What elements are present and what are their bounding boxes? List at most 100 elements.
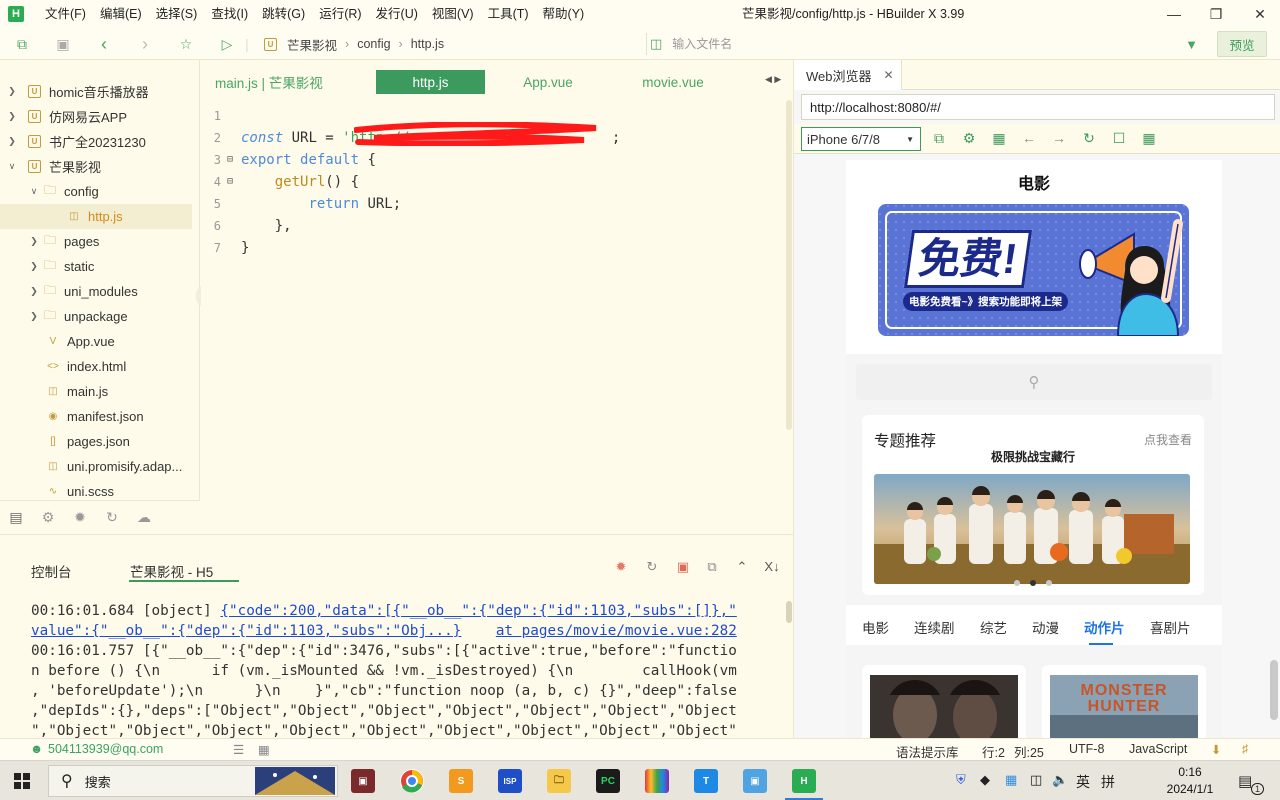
tree-item-file[interactable]: ◫ uni.promisify.adap...	[0, 454, 192, 479]
chrome-icon[interactable]	[400, 769, 424, 793]
movie-app-icon[interactable]: ▣	[351, 769, 375, 793]
chevron-right-icon[interactable]: ❯	[6, 111, 18, 122]
console-link[interactable]: {"code":200,"data":[{"__ob__":{"dep":{"i…	[220, 603, 736, 619]
clear-console-icon[interactable]: X↓	[764, 559, 780, 577]
terminal-icon[interactable]: ▦	[258, 742, 270, 757]
chevron-down-icon[interactable]: ∨	[28, 186, 40, 197]
carousel-dot[interactable]	[1046, 580, 1052, 586]
console-output[interactable]: 00:16:01.684 [object] {"code":200,"data"…	[31, 601, 771, 741]
tray-diamond-icon[interactable]: ◆	[980, 772, 990, 788]
lock-icon[interactable]: ☐	[1110, 130, 1128, 148]
browser-tab[interactable]: Web浏览器 ✕	[794, 60, 902, 90]
preview-button[interactable]: 预览	[1217, 31, 1267, 57]
tree-item-file[interactable]: ◫ main.js	[0, 379, 192, 404]
console-scrollbar[interactable]	[786, 601, 792, 623]
taskbar-search[interactable]: ⚲ 搜索	[48, 765, 338, 797]
breadcrumb-folder[interactable]: config	[357, 37, 390, 51]
console-link[interactable]: value":{"__ob__":{"dep":{"id":1103,"subs…	[31, 623, 461, 639]
browser-scrollbar[interactable]	[1270, 660, 1278, 720]
carousel-dot[interactable]	[1014, 580, 1020, 586]
grid-icon[interactable]: ▦	[1140, 130, 1158, 148]
plugin-icon[interactable]: ⚙	[32, 509, 64, 526]
close-window-icon[interactable]: ✕	[1240, 0, 1280, 28]
dingtalk-icon[interactable]: T	[694, 769, 718, 793]
chevron-down-icon[interactable]: ∨	[6, 161, 18, 172]
back-icon[interactable]: ‹	[95, 34, 113, 54]
chevron-right-icon[interactable]: ❯	[28, 311, 40, 322]
tree-item-folder[interactable]: ∨ 🗀 config	[0, 179, 192, 204]
windows-start-icon[interactable]	[14, 773, 30, 789]
tray-app-icon[interactable]: ▦	[1005, 772, 1017, 788]
filter-icon[interactable]: ▼	[1185, 37, 1198, 52]
url-input[interactable]	[801, 94, 1275, 120]
hbuilder-taskbar-icon[interactable]: H	[792, 769, 816, 793]
tree-item-folder[interactable]: ❯ 🗀 static	[0, 254, 192, 279]
source-location-link[interactable]: at pages/movie/movie.vue:282	[496, 623, 737, 639]
tab-app-vue[interactable]: App.vue	[501, 70, 595, 94]
user-account[interactable]: 504113939@qq.com	[48, 742, 163, 756]
color-app-icon[interactable]	[645, 769, 669, 793]
git-icon[interactable]: ↻	[96, 509, 128, 526]
category-tab[interactable]: 电影	[862, 617, 889, 637]
tree-item-file[interactable]: ◉ manifest.json	[0, 404, 192, 429]
encoding[interactable]: UTF-8	[1069, 742, 1104, 756]
tab-main-js[interactable]: main.js | 芒果影视	[215, 70, 365, 94]
fold-icon[interactable]: ⊟	[227, 154, 233, 165]
carousel-dot-active[interactable]	[1030, 580, 1036, 586]
debug-icon[interactable]: ✹	[64, 509, 96, 526]
menu-run[interactable]: 运行(R)	[312, 0, 368, 28]
category-tab[interactable]: 动漫	[1032, 617, 1059, 637]
tree-item-file[interactable]: <> index.html	[0, 354, 192, 379]
menu-edit[interactable]: 编辑(E)	[93, 0, 149, 28]
settings-icon[interactable]: ⚙	[960, 130, 978, 148]
save-icon[interactable]: ▣	[54, 35, 72, 53]
download-icon[interactable]: ⬇	[1211, 742, 1221, 757]
refresh-icon[interactable]: ↻	[1080, 130, 1098, 148]
tree-item-file[interactable]: V App.vue	[0, 329, 192, 354]
chevron-right-icon[interactable]: ❯	[28, 286, 40, 297]
chevron-right-icon[interactable]: ❯	[28, 261, 40, 272]
console-icon[interactable]: ▦	[990, 130, 1008, 148]
chevron-right-icon[interactable]: ❯	[28, 236, 40, 247]
back-arrow-icon[interactable]: ←	[1020, 130, 1038, 148]
device-select[interactable]: iPhone 6/7/8 ▼	[801, 127, 921, 151]
menu-file[interactable]: 文件(F)	[38, 0, 93, 28]
favorite-star-icon[interactable]: ☆	[177, 35, 195, 53]
tree-item-folder[interactable]: ❯ 🗀 uni_modules	[0, 279, 192, 304]
menu-publish[interactable]: 发行(U)	[369, 0, 425, 28]
list-icon[interactable]: ☰	[233, 742, 244, 757]
forward-icon[interactable]: ›	[136, 34, 154, 54]
topic-image[interactable]	[874, 474, 1190, 584]
forward-arrow-icon[interactable]: →	[1050, 130, 1068, 148]
ime-language[interactable]: 英	[1076, 772, 1090, 792]
save-app-icon[interactable]: ▣	[743, 769, 767, 793]
bell-icon[interactable]: ♯	[1242, 742, 1248, 756]
volume-icon[interactable]: 🔈	[1052, 772, 1068, 788]
project-manager-icon[interactable]: ▤	[0, 509, 32, 526]
tree-item-file[interactable]: ◫ http.js	[0, 204, 192, 229]
tab-console-h5[interactable]: 芒果影视 - H5	[130, 561, 213, 581]
pycharm-icon[interactable]: PC	[596, 769, 620, 793]
menu-view[interactable]: 视图(V)	[425, 0, 481, 28]
tree-item-folder[interactable]: ❯ 🗀 unpackage	[0, 304, 192, 329]
chevron-up-icon[interactable]: ⌃	[734, 559, 750, 577]
fold-icon[interactable]: ⊟	[227, 176, 233, 187]
chevron-right-icon[interactable]: ❯	[6, 86, 18, 97]
network-icon[interactable]: ◫	[1030, 772, 1042, 788]
tree-item-project[interactable]: ❯ U homic音乐播放器	[0, 79, 192, 104]
tree-item-file[interactable]: [] pages.json	[0, 429, 192, 454]
close-icon[interactable]: ✕	[884, 68, 894, 82]
tab-scroll-arrows-icon[interactable]: ◀ ▶	[765, 74, 781, 85]
open-external-icon[interactable]: ⧉	[704, 559, 720, 577]
restart-icon[interactable]: ↻	[644, 559, 660, 577]
clock[interactable]: 0:16 2024/1/1	[1160, 764, 1220, 798]
phone-search-bar[interactable]: ⚲	[856, 364, 1212, 400]
new-file-icon[interactable]: ⧉	[13, 35, 31, 53]
isp-app-icon[interactable]: ISP	[498, 769, 522, 793]
stop-icon[interactable]: ▣	[675, 559, 691, 577]
menu-goto[interactable]: 跳转(G)	[255, 0, 312, 28]
language-mode[interactable]: JavaScript	[1129, 742, 1187, 756]
topic-more-link[interactable]: 点我查看	[1144, 431, 1192, 448]
security-shield-icon[interactable]: ⛨	[956, 772, 966, 788]
tree-item-project[interactable]: ❯ U 仿网易云APP	[0, 104, 192, 129]
